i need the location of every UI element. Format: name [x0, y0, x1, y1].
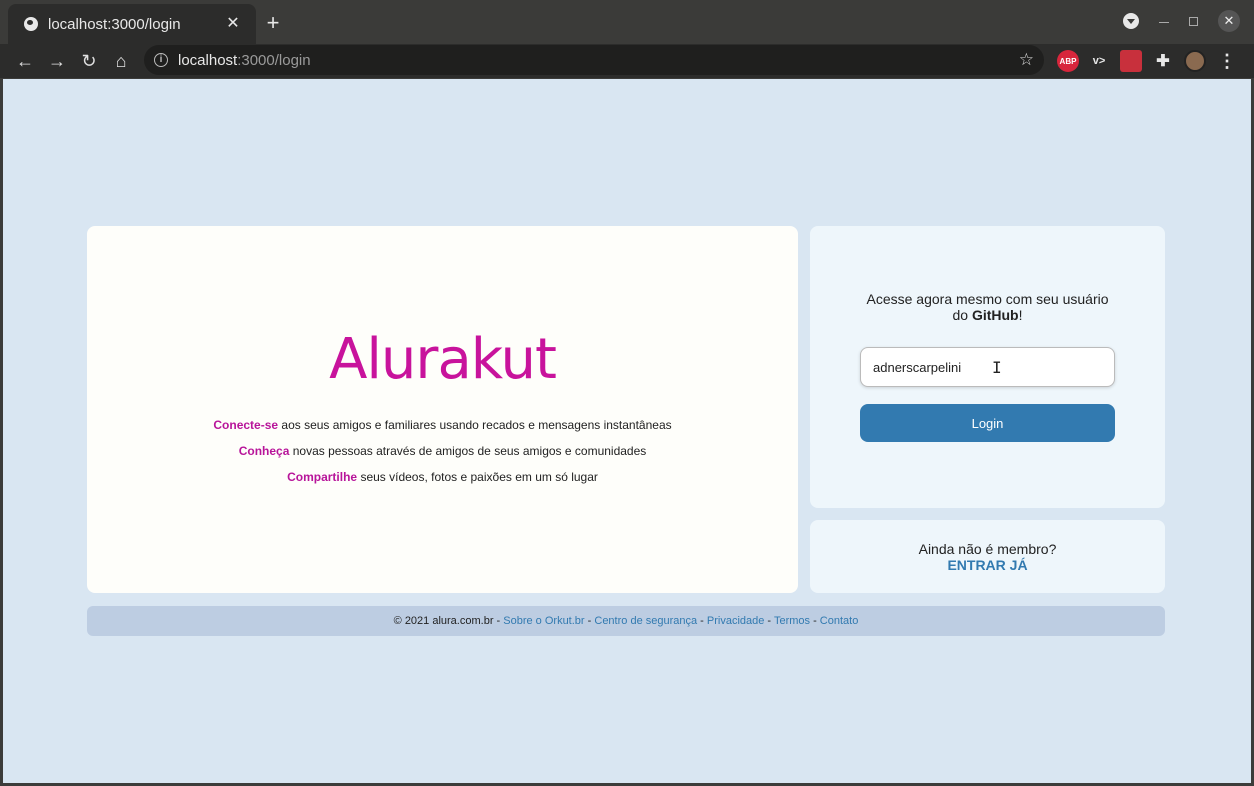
prompt-end: !: [1018, 307, 1023, 323]
footer: © 2021 alura.com.br - Sobre o Orkut.br -…: [87, 606, 1165, 636]
tab-search-icon[interactable]: [1123, 13, 1139, 29]
alurakut-logo: Alurakut: [329, 327, 557, 392]
vd-extension-icon[interactable]: v>: [1088, 50, 1110, 72]
feature-text: novas pessoas através de amigos de seus …: [289, 444, 647, 458]
reload-icon[interactable]: ↻: [76, 48, 102, 74]
footer-separator: -: [810, 615, 820, 627]
profile-avatar[interactable]: [1184, 50, 1206, 72]
text-cursor-icon: I: [992, 358, 1002, 377]
feature-highlight: Compartilhe: [287, 470, 358, 484]
globe-icon: [24, 17, 38, 31]
adblock-extension-icon[interactable]: ABP: [1057, 50, 1079, 72]
footer-separator: -: [697, 615, 707, 627]
signup-card: Ainda não é membro? ENTRAR JÁ: [810, 520, 1165, 593]
footer-copyright: © 2021 alura.com.br: [393, 615, 494, 627]
url-host: localhost: [178, 51, 238, 69]
close-tab-icon[interactable]: ✕: [224, 15, 242, 33]
red-extension-icon[interactable]: [1120, 50, 1142, 72]
browser-tab[interactable]: localhost:3000/login ✕: [8, 4, 256, 44]
window-controls: ✕: [1123, 10, 1240, 32]
feature-line: Compartilhe seus vídeos, fotos e paixões…: [87, 470, 798, 484]
feature-highlight: Conecte-se: [213, 418, 279, 432]
prompt-do: do: [952, 307, 972, 323]
extensions-puzzle-icon[interactable]: ✚: [1152, 50, 1174, 72]
feature-highlight: Conheça: [238, 444, 290, 458]
forward-icon[interactable]: →: [44, 48, 70, 74]
footer-link-about[interactable]: Sobre o Orkut.br: [503, 615, 584, 627]
browser-toolbar: ← → ↻ ⌂ i localhost:3000/login ☆ ABP v> …: [0, 44, 1254, 78]
feature-text: aos seus amigos e familiares usando reca…: [278, 418, 672, 432]
url-path: :3000/login: [237, 51, 311, 69]
footer-separator: -: [764, 615, 774, 627]
footer-separator: -: [584, 615, 595, 627]
prompt-github: GitHub: [971, 307, 1019, 323]
footer-link-terms[interactable]: Termos: [774, 615, 810, 627]
close-window-icon[interactable]: ✕: [1218, 10, 1240, 32]
footer-link-privacy[interactable]: Privacidade: [707, 615, 764, 627]
footer-link-safety[interactable]: Centro de segurança: [594, 615, 697, 627]
maximize-icon[interactable]: [1189, 16, 1198, 26]
home-icon[interactable]: ⌂: [108, 48, 134, 74]
browser-tabbar: localhost:3000/login ✕ + ✕: [0, 0, 1254, 44]
signup-question: Ainda não é membro?: [918, 541, 1057, 557]
feature-line: Conheça novas pessoas através de amigos …: [87, 444, 798, 458]
bookmark-star-icon[interactable]: ☆: [1019, 50, 1034, 70]
feature-line: Conecte-se aos seus amigos e familiares …: [87, 418, 798, 432]
page-viewport: Alurakut Conecte-se aos seus amigos e fa…: [3, 79, 1251, 783]
more-menu-icon[interactable]: ⋮: [1216, 50, 1238, 72]
login-card: Acesse agora mesmo com seu usuário do Gi…: [810, 226, 1165, 508]
signup-link[interactable]: ENTRAR JÁ: [810, 557, 1165, 573]
footer-separator: -: [493, 615, 504, 627]
feature-text: seus vídeos, fotos e paixões em um só lu…: [357, 470, 598, 484]
prompt-line1: Acesse agora mesmo com seu usuário: [866, 291, 1109, 307]
intro-card: Alurakut Conecte-se aos seus amigos e fa…: [87, 226, 798, 593]
new-tab-icon[interactable]: +: [262, 12, 284, 34]
login-prompt: Acesse agora mesmo com seu usuário do Gi…: [840, 291, 1135, 323]
site-info-icon[interactable]: i: [154, 53, 168, 67]
tab-title: localhost:3000/login: [48, 15, 181, 33]
minimize-icon[interactable]: [1159, 21, 1169, 23]
github-username-input[interactable]: [860, 347, 1115, 387]
login-button[interactable]: Login: [860, 404, 1115, 442]
address-bar[interactable]: i localhost:3000/login ☆: [144, 45, 1044, 75]
back-icon[interactable]: ←: [12, 48, 38, 74]
footer-link-contact[interactable]: Contato: [820, 615, 859, 627]
